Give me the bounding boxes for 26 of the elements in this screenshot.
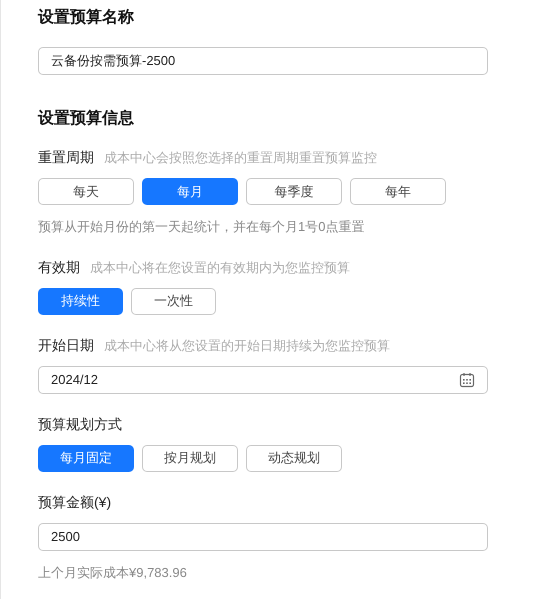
amount-field[interactable]: 2500 (38, 522, 488, 550)
name-field[interactable]: 云备份按需预算-2500 (38, 47, 488, 75)
option-button[interactable]: 每月 (142, 178, 238, 205)
field-label: 有效期 (38, 258, 80, 276)
option-button[interactable]: 一次性 (131, 288, 216, 314)
date-field[interactable]: 2024/12 (38, 366, 488, 394)
field-note: 上个月实际成本¥9,783.96 (38, 564, 188, 582)
option-button[interactable]: 持续性 (38, 288, 123, 314)
field-label: 开始日期 (38, 336, 94, 354)
date-value: 2024/12 (51, 370, 98, 389)
field-label: 重置周期 (38, 148, 94, 167)
option-button[interactable]: 每月固定 (38, 444, 134, 472)
option-button[interactable]: 每年 (350, 178, 446, 205)
option-button[interactable]: 每天 (38, 178, 134, 205)
field-hint: 成本中心将在您设置的有效期内为您监控预算 (90, 258, 350, 276)
section-title: 设置预算信息 (38, 108, 135, 129)
option-button[interactable]: 动态规划 (246, 444, 342, 472)
calendar-icon[interactable] (459, 372, 475, 388)
section-title: 设置预算名称 (38, 8, 135, 28)
field-label: 预算规划方式 (38, 414, 122, 434)
field-label: 预算金额(¥) (38, 492, 112, 512)
field-note: 预算从开始月份的第一天起统计，并在每个月1号0点重置 (38, 218, 366, 236)
field-hint: 成本中心将从您设置的开始日期持续为您监控预算 (104, 336, 390, 354)
field-hint: 成本中心会按照您选择的重置周期重置预算监控 (104, 149, 377, 167)
option-button[interactable]: 按月规划 (142, 444, 238, 472)
option-button[interactable]: 每季度 (246, 178, 342, 205)
